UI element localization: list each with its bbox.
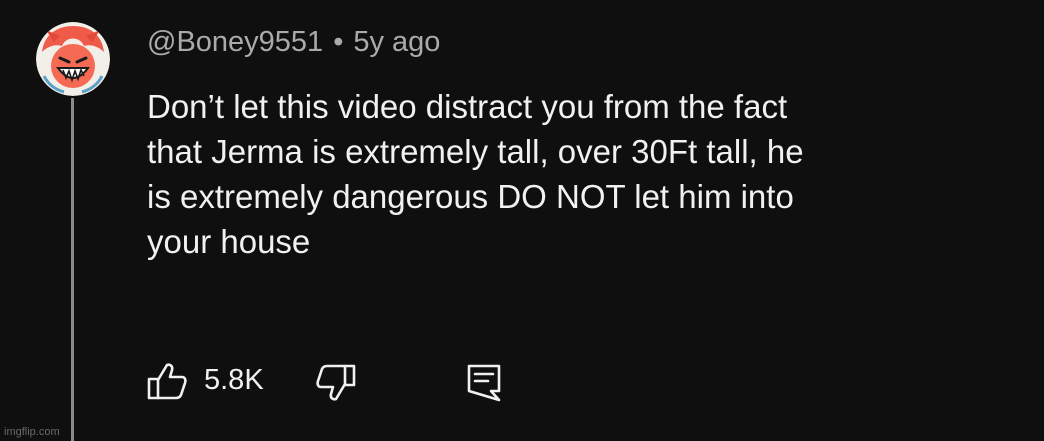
like-button[interactable]	[147, 361, 187, 401]
author-name[interactable]: @Boney9551	[147, 26, 323, 58]
comment-text-line: that Jerma is extremely tall, over 30Ft …	[147, 133, 804, 170]
comment-text-line: Don’t let this video distract you from t…	[147, 88, 788, 125]
comment-header: @Boney9551 • 5y ago	[147, 26, 440, 59]
timestamp[interactable]: 5y ago	[353, 26, 440, 58]
reply-comment-icon	[467, 364, 501, 402]
thread-line	[71, 98, 74, 441]
comment-text-line: is extremely dangerous DO NOT let him in…	[147, 178, 794, 215]
avatar[interactable]	[36, 22, 110, 96]
avatar-icon	[36, 22, 110, 96]
watermark: imgflip.com	[4, 426, 60, 438]
separator-dot: •	[333, 26, 344, 58]
thumbs-up-icon	[147, 363, 187, 400]
comment-text-line: your house	[147, 223, 311, 260]
reply-button[interactable]	[466, 363, 502, 403]
like-count: 5.8K	[204, 364, 264, 396]
thumbs-down-icon	[316, 364, 356, 401]
comment-body: Don’t let this video distract you from t…	[147, 84, 1027, 264]
dislike-button[interactable]	[316, 363, 356, 403]
